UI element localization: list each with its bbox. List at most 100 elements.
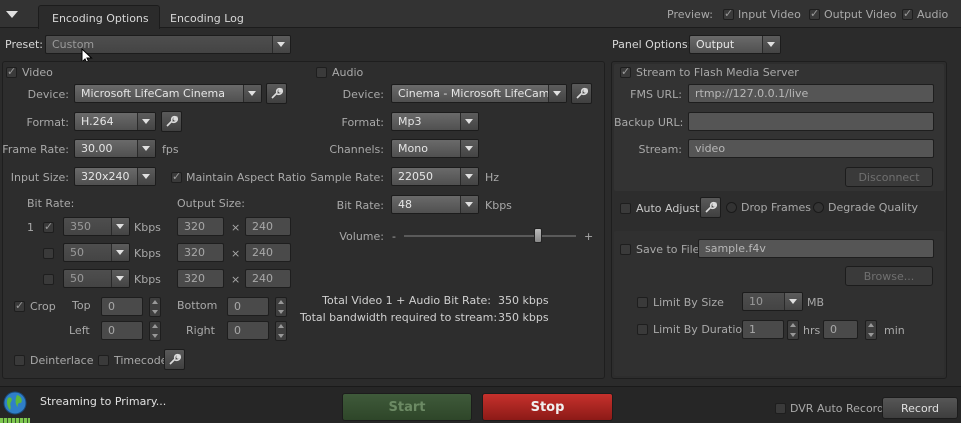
stream-name-input[interactable]: video — [688, 139, 934, 158]
bitrate-row-1-checkbox[interactable] — [43, 220, 54, 233]
drop-frames-radio[interactable] — [726, 202, 737, 213]
volume-plus: + — [584, 230, 594, 243]
input-size-dropdown[interactable]: 320x240 — [74, 167, 156, 186]
fms-url-input[interactable]: rtmp://127.0.0.1/live — [688, 84, 934, 103]
collapse-arrow-icon[interactable] — [6, 11, 18, 18]
save-to-file-checkbox[interactable] — [620, 244, 631, 255]
min-label: min — [884, 324, 905, 337]
times-sign: × — [231, 247, 241, 260]
timecode-settings-button[interactable] — [164, 349, 185, 370]
chevron-down-icon — [137, 113, 155, 130]
volume-slider-track[interactable] — [404, 235, 576, 237]
panel-options-dropdown[interactable]: Output — [689, 35, 781, 54]
bitrate-row-1-value: 350 — [70, 220, 91, 233]
preview-output-video-label: Output Video — [824, 8, 897, 21]
crop-top-input[interactable]: 0 — [101, 297, 143, 316]
duration-minutes-spinner[interactable] — [865, 320, 877, 340]
record-button[interactable]: Record — [882, 397, 958, 419]
crop-label: Crop — [30, 300, 56, 313]
volume-slider-thumb[interactable] — [534, 228, 543, 243]
sample-rate-dropdown[interactable]: 22050 — [391, 167, 479, 186]
duration-hours-input[interactable]: 1 — [742, 320, 784, 339]
output-width-row-3[interactable]: 320 — [177, 269, 224, 288]
deinterlace-checkbox[interactable] — [14, 355, 25, 366]
audio-title: Audio — [332, 66, 364, 79]
bitrate-row-3-dropdown[interactable]: 50 — [63, 269, 130, 288]
crop-bottom-spinner[interactable] — [275, 297, 287, 317]
crop-left-input[interactable]: 0 — [101, 321, 143, 340]
chevron-down-icon — [460, 113, 478, 130]
output-width-row-2[interactable]: 320 — [177, 243, 224, 262]
output-height-row-2[interactable]: 240 — [245, 243, 291, 262]
bitrate-row-1-dropdown[interactable]: 350 — [63, 217, 130, 236]
tab-encoding-log[interactable]: Encoding Log — [170, 12, 244, 25]
disconnect-button[interactable]: Disconnect — [845, 167, 933, 187]
output-height-row-1[interactable]: 240 — [245, 217, 291, 236]
crop-right-spinner[interactable] — [275, 321, 287, 341]
audio-device-settings-button[interactable] — [571, 83, 592, 104]
times-sign: × — [231, 221, 241, 234]
video-format-settings-button[interactable] — [161, 111, 182, 132]
frame-rate-dropdown[interactable]: 30.00 — [74, 139, 156, 158]
preview-output-video-checkbox[interactable] — [809, 7, 820, 20]
video-device-dropdown[interactable]: Microsoft LifeCam Cinema — [74, 84, 262, 103]
bitrate-row-3-value: 50 — [70, 272, 84, 285]
channels-value: Mono — [398, 142, 428, 155]
preview-input-video-checkbox[interactable] — [723, 7, 734, 20]
chevron-down-icon — [460, 168, 478, 185]
audio-checkbox[interactable] — [316, 67, 327, 78]
sample-rate-label: Sample Rate: — [310, 171, 384, 184]
crop-right-input[interactable]: 0 — [227, 321, 269, 340]
preview-audio-checkbox[interactable] — [902, 7, 913, 20]
bitrate-row-3-checkbox[interactable] — [43, 274, 54, 285]
audio-device-label: Device: — [342, 88, 384, 101]
degrade-quality-radio[interactable] — [813, 202, 824, 213]
duration-hours-spinner[interactable] — [787, 320, 799, 340]
video-device-value: Microsoft LifeCam Cinema — [81, 87, 225, 100]
video-format-dropdown[interactable]: H.264 — [74, 112, 156, 131]
video-device-settings-button[interactable] — [266, 83, 287, 104]
preview-label: Preview: — [667, 8, 713, 21]
audio-bit-rate-dropdown[interactable]: 48 — [391, 195, 479, 214]
crop-bottom-input[interactable]: 0 — [227, 297, 269, 316]
save-file-input[interactable]: sample.f4v — [698, 239, 934, 258]
limit-by-size-checkbox[interactable] — [637, 297, 648, 308]
crop-top-label: Top — [72, 299, 91, 312]
duration-minutes-input[interactable]: 0 — [823, 320, 858, 339]
audio-device-dropdown[interactable]: Cinema - Microsoft LifeCam. — [391, 84, 567, 103]
dvr-auto-record-checkbox[interactable] — [775, 403, 786, 414]
auto-adjust-checkbox[interactable] — [620, 203, 631, 214]
limit-by-duration-checkbox[interactable] — [637, 324, 648, 335]
crop-left-spinner[interactable] — [149, 321, 161, 341]
crop-checkbox[interactable] — [14, 299, 25, 312]
channels-dropdown[interactable]: Mono — [391, 139, 479, 158]
maintain-aspect-checkbox[interactable] — [171, 170, 182, 183]
bitrate-row-2-dropdown[interactable]: 50 — [63, 243, 130, 262]
status-text: Streaming to Primary... — [40, 395, 167, 408]
timecode-label: Timecode — [114, 354, 168, 367]
auto-adjust-settings-button[interactable] — [700, 197, 721, 218]
limit-size-dropdown[interactable]: 10 — [742, 292, 803, 311]
tab-encoding-options[interactable]: Encoding Options — [38, 5, 160, 29]
sample-rate-value: 22050 — [398, 170, 433, 183]
stop-button[interactable]: Stop — [482, 393, 613, 421]
input-size-value: 320x240 — [81, 170, 130, 183]
crop-bottom-label: Bottom — [177, 299, 218, 312]
video-device-label: Device: — [27, 88, 69, 101]
timecode-checkbox[interactable] — [98, 355, 109, 366]
output-height-row-3[interactable]: 240 — [245, 269, 291, 288]
output-width-row-1[interactable]: 320 — [177, 217, 224, 236]
deinterlace-label: Deinterlace — [30, 354, 94, 367]
stream-to-fms-checkbox[interactable] — [620, 65, 631, 78]
bitrate-row-2-checkbox[interactable] — [43, 248, 54, 259]
backup-url-input[interactable] — [688, 112, 934, 131]
start-button[interactable]: Start — [342, 393, 472, 421]
chevron-down-icon — [111, 218, 129, 235]
crop-top-spinner[interactable] — [149, 297, 161, 317]
video-checkbox[interactable] — [6, 65, 17, 78]
browse-button[interactable]: Browse... — [845, 266, 933, 286]
preview-input-video-label: Input Video — [738, 8, 801, 21]
wrench-icon — [271, 87, 283, 99]
audio-format-dropdown[interactable]: Mp3 — [391, 112, 479, 131]
chevron-down-icon — [137, 140, 155, 157]
